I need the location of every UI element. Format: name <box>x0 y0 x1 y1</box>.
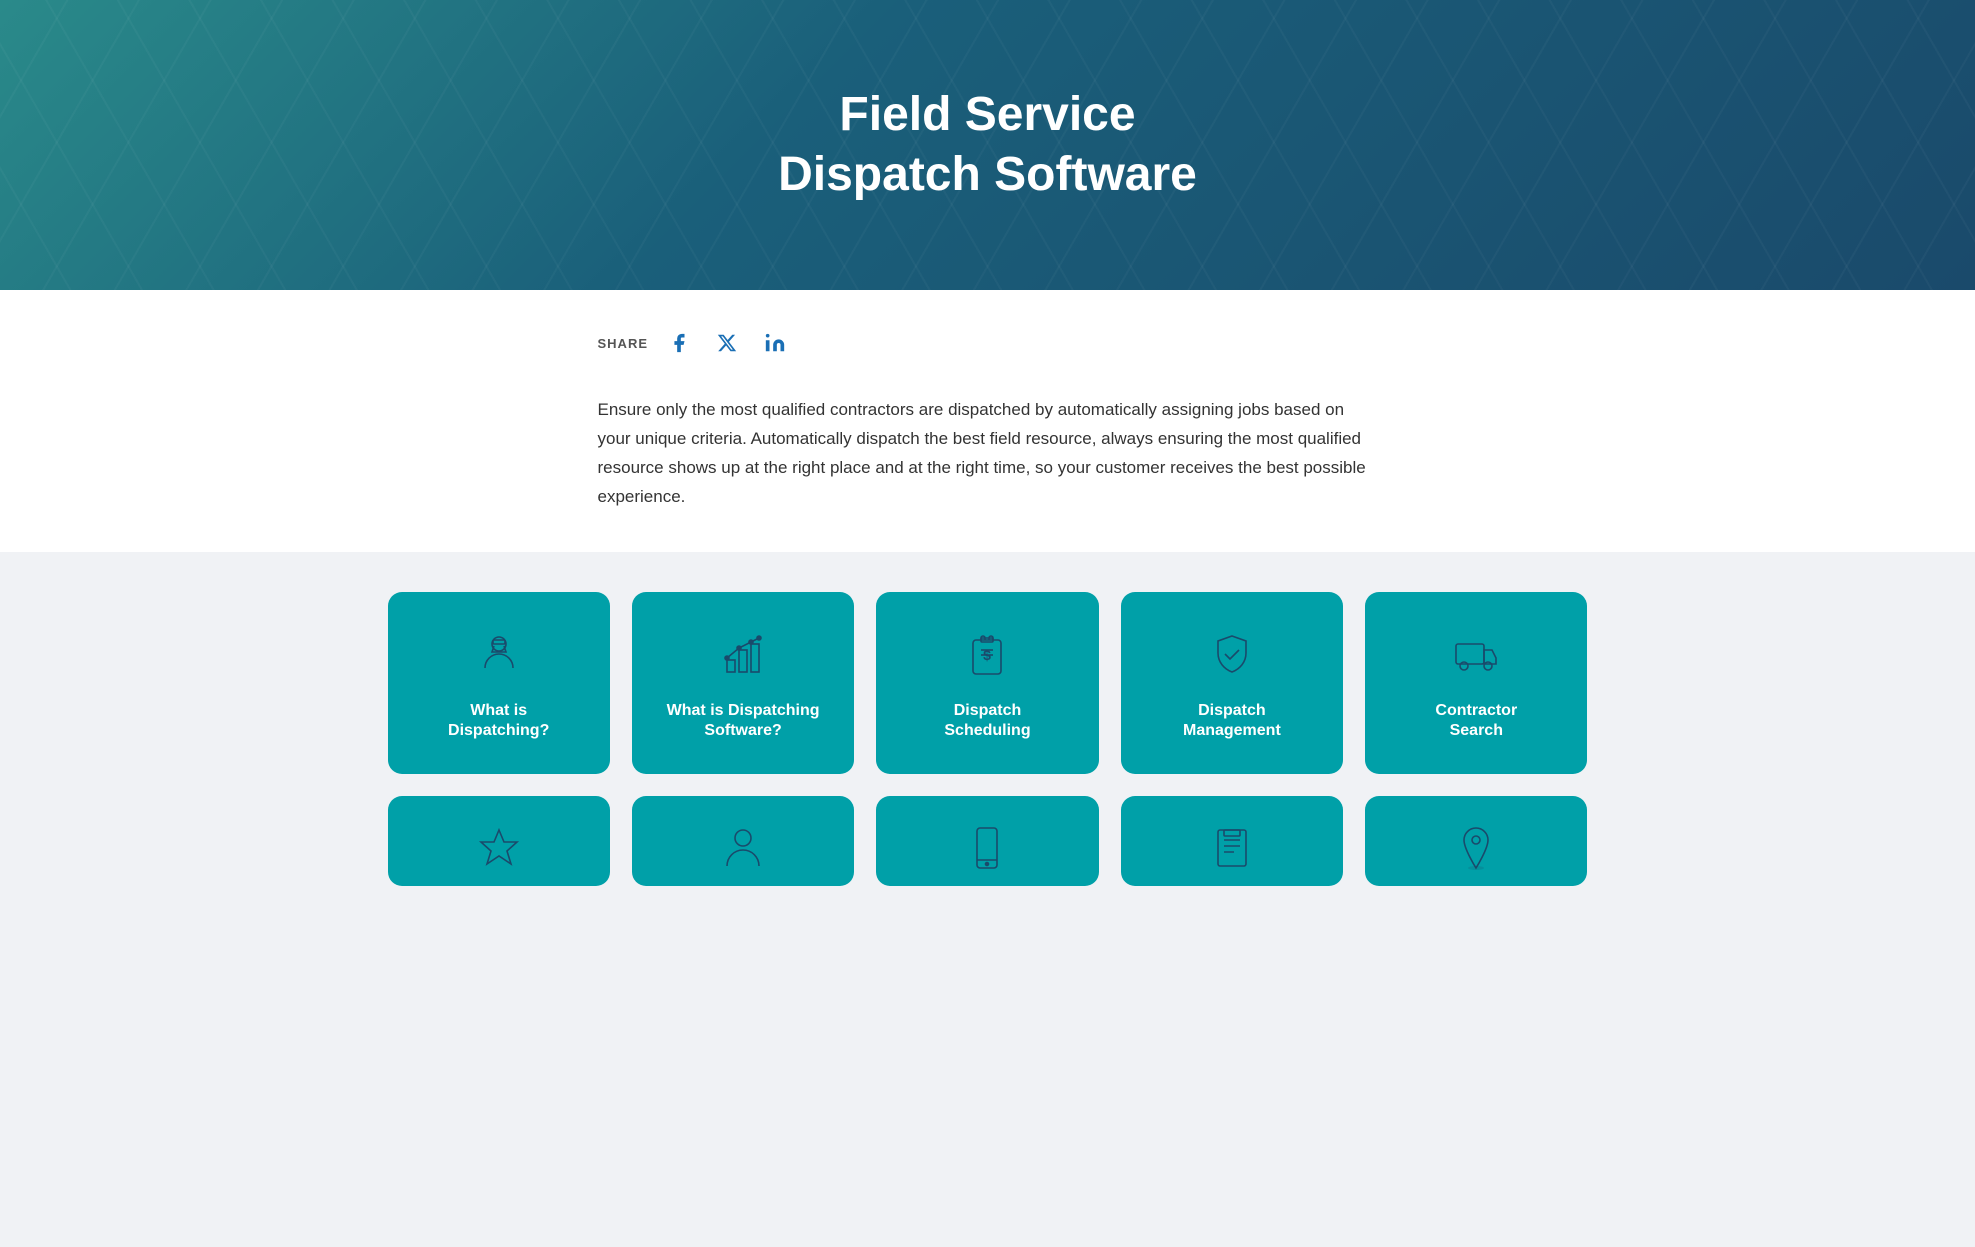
card-label: DispatchManagement <box>1183 701 1281 743</box>
card-label: ContractorSearch <box>1435 701 1517 743</box>
cards-row-2 <box>388 796 1588 886</box>
shield-check-icon <box>1208 630 1256 683</box>
clipboard-dollar-icon: $ <box>963 630 1011 683</box>
twitter-share-button[interactable] <box>710 326 744 360</box>
card-label: What isDispatching? <box>448 701 549 743</box>
chart-icon <box>719 630 767 683</box>
facebook-share-button[interactable] <box>662 326 696 360</box>
card-dispatch-management[interactable]: DispatchManagement <box>1121 592 1343 775</box>
content-area: SHARE Ensure only the <box>0 290 1975 552</box>
hero-section: Field Service Dispatch Software <box>0 0 1975 290</box>
cards-section: What isDispatching? What is DispatchingS… <box>0 552 1975 907</box>
star-icon <box>475 824 523 877</box>
person-icon <box>719 824 767 877</box>
card-dispatch-scheduling[interactable]: $ DispatchScheduling <box>876 592 1098 775</box>
list-icon <box>1208 824 1256 877</box>
card-what-is-dispatch-software[interactable]: What is DispatchingSoftware? <box>632 592 854 775</box>
card-row2-4[interactable] <box>1121 796 1343 886</box>
card-contractor-search[interactable]: ContractorSearch <box>1365 592 1587 775</box>
truck-icon <box>1452 630 1500 683</box>
card-row2-3[interactable] <box>876 796 1098 886</box>
share-bar: SHARE <box>598 326 1378 360</box>
share-label: SHARE <box>598 336 649 351</box>
description-text: Ensure only the most qualified contracto… <box>598 396 1378 512</box>
cards-row-1: What isDispatching? What is DispatchingS… <box>388 592 1588 775</box>
location-icon <box>1452 824 1500 877</box>
card-row2-5[interactable] <box>1365 796 1587 886</box>
linkedin-share-button[interactable] <box>758 326 792 360</box>
card-what-is-dispatching[interactable]: What isDispatching? <box>388 592 610 775</box>
hero-title: Field Service Dispatch Software <box>778 85 1197 205</box>
card-row2-2[interactable] <box>632 796 854 886</box>
card-label: What is DispatchingSoftware? <box>667 701 820 743</box>
mobile-icon <box>963 824 1011 877</box>
worker-icon <box>475 630 523 683</box>
card-row2-1[interactable] <box>388 796 610 886</box>
card-label: DispatchScheduling <box>944 701 1030 743</box>
